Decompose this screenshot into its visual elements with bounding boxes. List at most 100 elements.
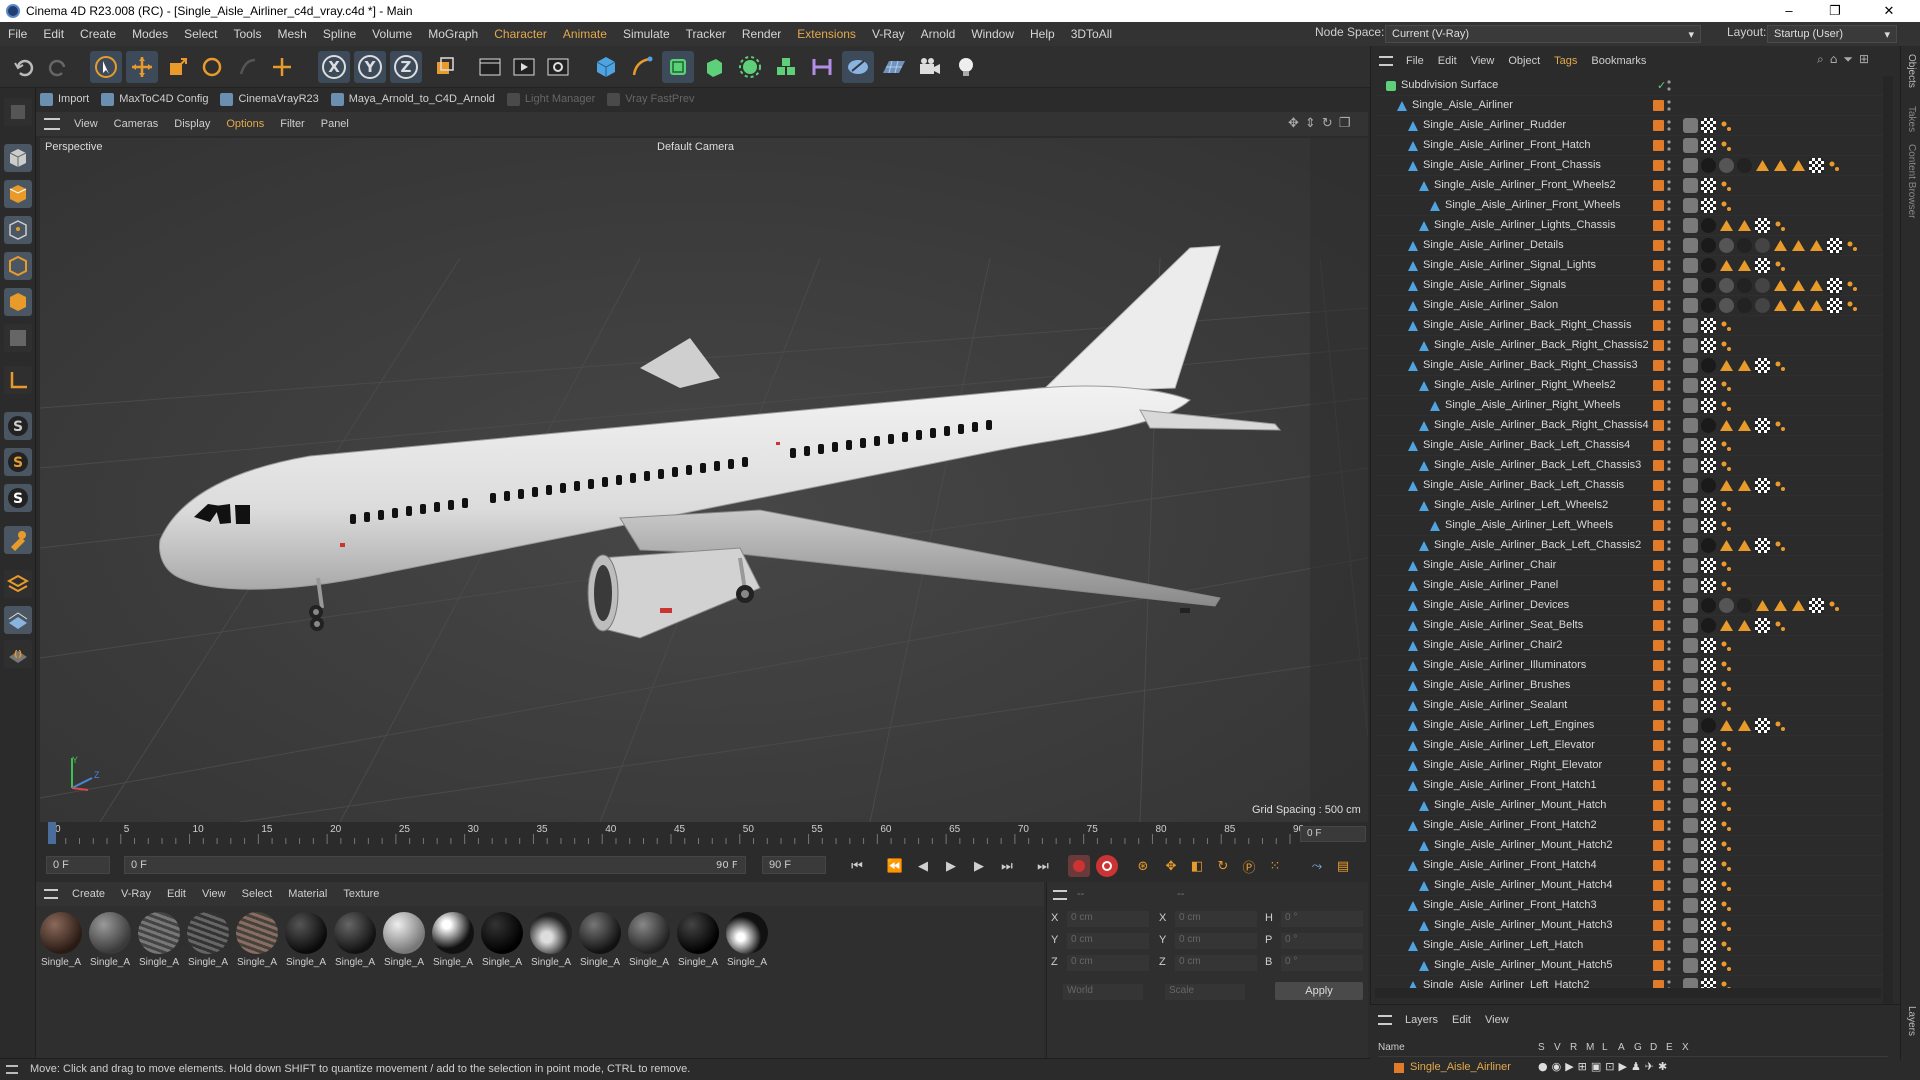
vray-tag-icon[interactable] (1809, 278, 1824, 293)
selection-tag-icon[interactable] (1719, 318, 1734, 333)
y-axis-lock-button[interactable]: Y (354, 51, 386, 83)
object-row[interactable]: Single_Aisle_Airliner_Front_Wheels (1377, 196, 1887, 216)
object-row[interactable]: Single_Aisle_Airliner_Sealant (1377, 696, 1887, 716)
object-name[interactable]: Single_Aisle_Airliner_Back_Left_Chassis2 (1434, 539, 1641, 551)
object-row[interactable]: Single_Aisle_Airliner_Back_Right_Chassis (1377, 316, 1887, 336)
material-menu-select[interactable]: Select (234, 888, 281, 900)
object-name[interactable]: Single_Aisle_Airliner_Back_Right_Chassis (1423, 319, 1632, 331)
material-tag-icon[interactable] (1701, 358, 1716, 373)
z-axis-lock-button[interactable]: Z (390, 51, 422, 83)
object-row[interactable]: Single_Aisle_Airliner_Mount_Hatch2 (1377, 836, 1887, 856)
layer-color-swatch[interactable] (1653, 380, 1664, 391)
coordinate-system-button[interactable] (428, 51, 460, 83)
material-swatch[interactable]: Single_A (332, 912, 378, 968)
object-row[interactable]: Single_Aisle_Airliner_Right_Wheels2 (1377, 376, 1887, 396)
layers-col-header[interactable]: D (1650, 1042, 1657, 1053)
object-row[interactable]: Single_Aisle_Airliner_Right_Elevator (1377, 756, 1887, 776)
layer-color-swatch[interactable] (1653, 600, 1664, 611)
texture-tag-icon[interactable] (1701, 658, 1716, 673)
model-mode-button[interactable] (4, 144, 32, 172)
phong-tag-icon[interactable] (1683, 258, 1698, 273)
new-window-icon[interactable]: ⊞ (1859, 52, 1869, 67)
visibility-toggle-icon[interactable] (1667, 579, 1671, 593)
layer-color-swatch[interactable] (1653, 560, 1664, 571)
layers-col-header[interactable]: R (1570, 1042, 1577, 1053)
menu-select[interactable]: Select (176, 27, 225, 41)
texture-tag-icon[interactable] (1701, 858, 1716, 873)
selection-tag-icon[interactable] (1719, 438, 1734, 453)
layer-color-swatch[interactable] (1653, 680, 1664, 691)
menu-file[interactable]: File (0, 27, 35, 41)
current-frame-field[interactable]: 0 F (124, 856, 746, 874)
layer-color-swatch[interactable] (1653, 700, 1664, 711)
phong-tag-icon[interactable] (1683, 738, 1698, 753)
vray-tag-icon[interactable] (1791, 158, 1806, 173)
menu-mograph[interactable]: MoGraph (420, 27, 486, 41)
layer-color-swatch[interactable] (1653, 500, 1664, 511)
vray-tag-icon[interactable] (1791, 278, 1806, 293)
texture-tag-icon[interactable] (1755, 218, 1770, 233)
object-name[interactable]: Single_Aisle_Airliner_Front_Chassis (1423, 159, 1601, 171)
visibility-toggle-icon[interactable] (1667, 659, 1671, 673)
phong-tag-icon[interactable] (1683, 118, 1698, 133)
object-row[interactable]: Single_Aisle_Airliner_Lights_Chassis (1377, 216, 1887, 236)
visibility-toggle-icon[interactable] (1667, 879, 1671, 893)
phong-tag-icon[interactable] (1683, 338, 1698, 353)
polygons-mode-button[interactable] (4, 288, 32, 316)
visibility-toggle-icon[interactable] (1667, 119, 1671, 133)
selection-tag-icon[interactable] (1719, 658, 1734, 673)
home-icon[interactable]: ⌂ (1830, 52, 1838, 67)
phong-tag-icon[interactable] (1683, 218, 1698, 233)
material-swatch[interactable]: Single_A (381, 912, 427, 968)
phong-tag-icon[interactable] (1683, 398, 1698, 413)
vray-tag-icon[interactable] (1791, 298, 1806, 313)
plugin-cinemavrayr23[interactable]: CinemaVrayR23 (220, 92, 319, 106)
vray-tag-icon[interactable] (1773, 238, 1788, 253)
object-row[interactable]: Single_Aisle_Airliner_Front_Hatch2 (1377, 816, 1887, 836)
visibility-toggle-icon[interactable] (1667, 559, 1671, 573)
texture-tag-icon[interactable] (1701, 798, 1716, 813)
deformer-button[interactable] (806, 51, 838, 83)
selection-tag-icon[interactable] (1719, 818, 1734, 833)
points-mode-button[interactable] (4, 216, 32, 244)
texture-tag-icon[interactable] (1809, 158, 1824, 173)
material-swatch[interactable]: Single_A (283, 912, 329, 968)
menu-modes[interactable]: Modes (124, 27, 176, 41)
object-row[interactable]: Single_Aisle_Airliner_Mount_Hatch4 (1377, 876, 1887, 896)
vray-tag-icon[interactable] (1737, 478, 1752, 493)
visibility-toggle-icon[interactable] (1667, 499, 1671, 513)
selection-tag-icon[interactable] (1719, 118, 1734, 133)
object-row[interactable]: Single_Aisle_Airliner_Seat_Belts (1377, 616, 1887, 636)
coord-value-field[interactable]: 0 cm (1175, 911, 1257, 927)
texture-tag-icon[interactable] (1755, 718, 1770, 733)
texture-tag-icon[interactable] (1827, 238, 1842, 253)
layers-menu-edit[interactable]: Edit (1445, 1014, 1478, 1026)
material-swatch[interactable]: Single_A (185, 912, 231, 968)
menu-3dtoall[interactable]: 3DToAll (1063, 27, 1120, 41)
rotate-tool-button[interactable] (196, 51, 228, 83)
object-name[interactable]: Single_Aisle_Airliner_Left_Wheels (1445, 519, 1613, 531)
next-frame-icon[interactable]: ▶ (968, 855, 990, 877)
layers-col-header[interactable]: L (1602, 1042, 1608, 1053)
hamburger-icon[interactable] (1378, 1015, 1392, 1025)
tweak-mode-button[interactable] (4, 526, 32, 554)
object-name[interactable]: Single_Aisle_Airliner_Front_Hatch1 (1423, 779, 1597, 791)
render-to-picture-viewer-button[interactable] (508, 51, 540, 83)
object-name[interactable]: Single_Aisle_Airliner_Salon (1423, 299, 1558, 311)
material-tag-icon[interactable] (1737, 278, 1752, 293)
menu-spline[interactable]: Spline (315, 27, 364, 41)
phong-tag-icon[interactable] (1683, 518, 1698, 533)
coord-value-field[interactable]: 0 cm (1067, 933, 1149, 949)
visibility-toggle-icon[interactable] (1667, 439, 1671, 453)
layer-color-swatch[interactable] (1653, 160, 1664, 171)
material-tag-icon[interactable] (1755, 238, 1770, 253)
viewport-menu-filter[interactable]: Filter (272, 118, 312, 130)
selection-tag-icon[interactable] (1845, 278, 1860, 293)
material-tag-icon[interactable] (1701, 238, 1716, 253)
texture-tag-icon[interactable] (1701, 118, 1716, 133)
texture-tag-icon[interactable] (1755, 358, 1770, 373)
plugin-maxtoc4d-config[interactable]: MaxToC4D Config (101, 92, 208, 106)
texture-tag-icon[interactable] (1701, 498, 1716, 513)
coord-value-field[interactable]: 0 ° (1281, 911, 1363, 927)
object-row[interactable]: Single_Aisle_Airliner_Front_Hatch (1377, 136, 1887, 156)
